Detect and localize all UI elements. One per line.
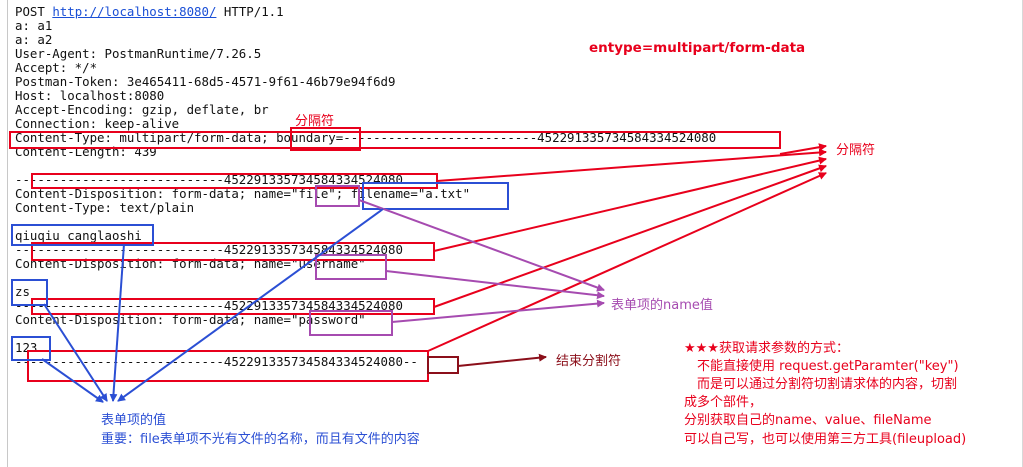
name-username-box [315,254,387,280]
content-type-box [9,131,781,149]
name-arrow [385,270,605,300]
method-line-1: 不能直接使用 request.getParamter("key") [697,359,959,374]
separator-box-4 [27,350,429,382]
filename-box [362,182,509,210]
annotation-overlay [9,127,827,403]
method-line-5: 可以自己写，也可以使用第三方工具(fileupload) [684,432,967,447]
value-arrow [43,303,108,402]
request-viewer: POST http://localhost:8080/ HTTP/1.1 a: a… [0,0,1023,467]
separator-arrow [427,172,827,352]
important-note: 重要：file表单项不光有文件的名称，而且有文件的内容 [101,432,420,447]
field-value-label: 表单项的值 [101,413,167,428]
enctype-label: entype=multipart/form-data [589,40,806,56]
separator-label: 分隔符 [836,143,876,158]
value-arrow [117,208,384,402]
password-value-box [11,336,51,361]
method-title: ★★★获取请求参数的方式： [684,341,849,356]
end-separator-arrow [457,353,547,367]
separator-label-small: 分隔符 [295,114,335,129]
end-separator-label: 结束分割符 [556,354,622,369]
separator-arrow [436,148,827,182]
method-line-3: 成多个部件， [684,395,763,410]
method-line-4: 分别获取自己的name、value、fileName [684,413,932,428]
name-arrow [358,199,605,292]
end-marker-box [427,356,459,374]
name-value-label: 表单项的name值 [611,298,713,313]
separator-box-1 [31,173,438,189]
username-value-box [11,279,48,306]
method-line-2: 而是可以通过分割符切割请求体的内容，切割 [697,377,958,392]
value-arrow [109,243,125,402]
